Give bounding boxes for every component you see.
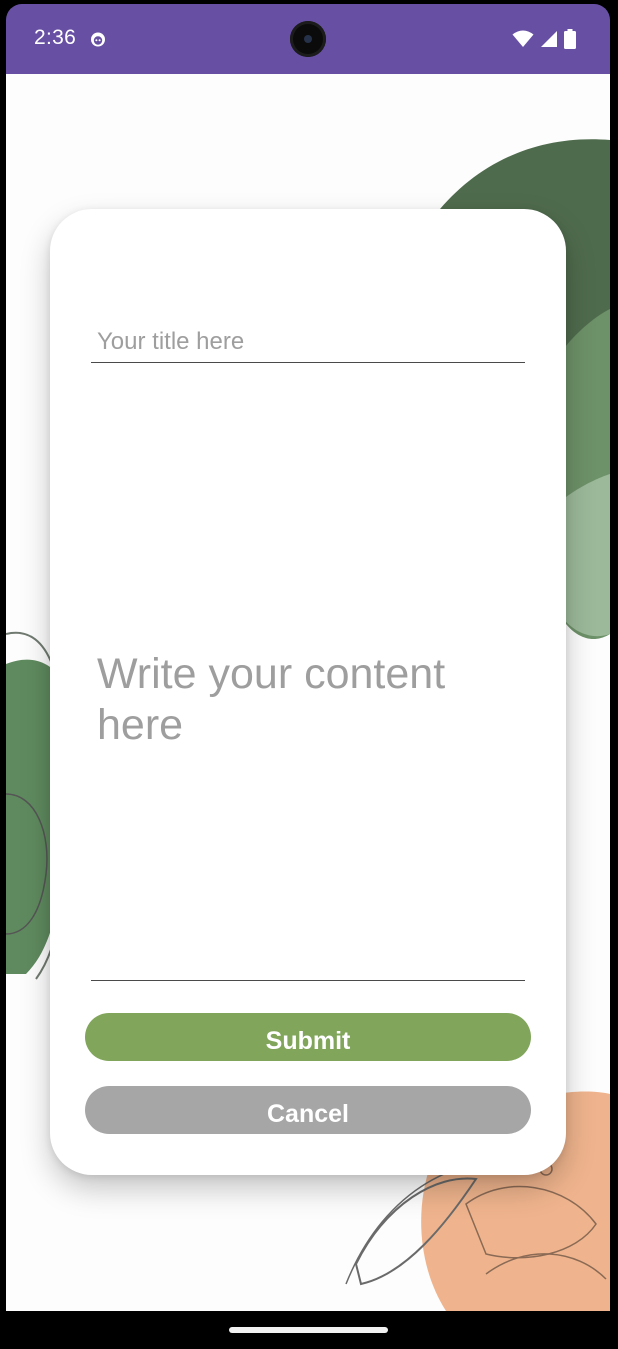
submit-button[interactable]: Submit bbox=[85, 1013, 531, 1061]
front-camera bbox=[290, 21, 326, 57]
status-time: 2:36 bbox=[34, 26, 77, 49]
home-indicator[interactable] bbox=[229, 1327, 388, 1333]
status-icons bbox=[512, 27, 576, 51]
battery-icon bbox=[564, 29, 576, 49]
cellular-signal-icon bbox=[541, 31, 557, 47]
android-robot-icon bbox=[91, 32, 105, 47]
note-form-card: Write your content here Submit Cancel bbox=[50, 209, 566, 1175]
content-input[interactable] bbox=[91, 365, 525, 981]
status-bar: 2:36 bbox=[6, 4, 610, 74]
cancel-button[interactable]: Cancel bbox=[85, 1086, 531, 1134]
title-input[interactable] bbox=[91, 321, 525, 363]
navigation-bar bbox=[0, 1311, 618, 1349]
app-screen: Write your content here Submit Cancel bbox=[6, 74, 610, 1311]
wifi-icon bbox=[512, 30, 534, 47]
device-frame: 2:36 Your title here Write your content … bbox=[0, 0, 618, 1349]
